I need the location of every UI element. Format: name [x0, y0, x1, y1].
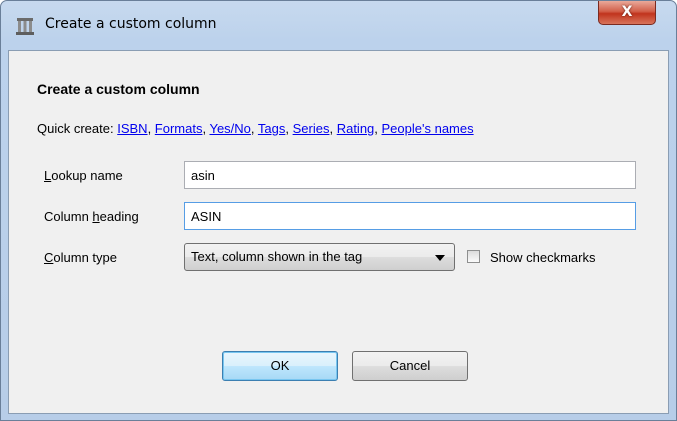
- quick-create-rating-link[interactable]: Rating: [337, 121, 375, 136]
- quick-create-isbn-link[interactable]: ISBN: [117, 121, 147, 136]
- close-button[interactable]: X: [598, 1, 656, 25]
- chevron-down-icon: [435, 255, 445, 261]
- column-type-label: Column type: [44, 250, 117, 265]
- title-bar[interactable]: Create a custom column X: [1, 1, 676, 51]
- lookup-name-input[interactable]: [184, 161, 636, 189]
- lookup-name-label: Lookup name: [44, 168, 123, 183]
- quick-create-row: Quick create: ISBN, Formats, Yes/No, Tag…: [37, 121, 474, 136]
- cancel-button[interactable]: Cancel: [352, 351, 468, 381]
- column-heading-label: Column heading: [44, 209, 139, 224]
- quick-create-label: Quick create:: [37, 121, 114, 136]
- dialog-content: [8, 50, 669, 414]
- form-heading: Create a custom column: [37, 81, 200, 97]
- column-type-selected: Text, column shown in the tag: [191, 249, 363, 264]
- calibre-library-icon: [15, 16, 35, 36]
- window-title: Create a custom column: [45, 16, 217, 32]
- quick-create-peoples-names-link[interactable]: People's names: [382, 121, 474, 136]
- ok-button[interactable]: OK: [222, 351, 338, 381]
- quick-create-yes-no-link[interactable]: Yes/No: [209, 121, 250, 136]
- show-checkmarks-label[interactable]: Show checkmarks: [490, 250, 595, 265]
- quick-create-tags-link[interactable]: Tags: [258, 121, 285, 136]
- quick-create-series-link[interactable]: Series: [293, 121, 330, 136]
- quick-create-formats-link[interactable]: Formats: [155, 121, 203, 136]
- column-type-dropdown[interactable]: Text, column shown in the tag: [184, 243, 455, 271]
- show-checkmarks-checkbox[interactable]: [467, 250, 480, 263]
- column-heading-input[interactable]: [184, 202, 636, 230]
